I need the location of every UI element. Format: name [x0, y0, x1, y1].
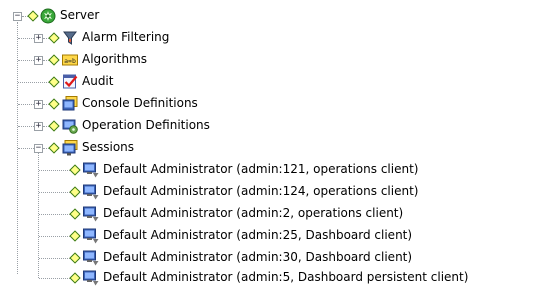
collapse-toggle[interactable]: −	[13, 12, 22, 21]
expand-toggle[interactable]: +	[34, 100, 43, 109]
tree-connector	[18, 104, 34, 105]
tree-node-algorithms[interactable]: + a=b Algorithms	[0, 49, 554, 71]
tree-connector	[18, 82, 49, 83]
session-item[interactable]: Default Administrator (admin:2, operatio…	[0, 203, 554, 225]
session-item[interactable]: Default Administrator (admin:30, Dashboa…	[0, 247, 554, 269]
session-label: Default Administrator (admin:124, operat…	[103, 184, 419, 198]
session-label: Default Administrator (admin:121, operat…	[103, 162, 419, 176]
session-item[interactable]: Default Administrator (admin:5, Dashboar…	[0, 267, 554, 289]
status-diamond-icon	[69, 272, 81, 284]
tree-node-operation-definitions[interactable]: + Operation Definitions	[0, 115, 554, 137]
status-diamond-icon	[48, 142, 60, 154]
tree-connector	[39, 170, 70, 171]
tree-node-label: Console Definitions	[82, 96, 198, 110]
session-item[interactable]: Default Administrator (admin:25, Dashboa…	[0, 225, 554, 247]
tree-node-label: Audit	[82, 74, 114, 88]
tree-connector	[39, 278, 70, 279]
tree-node-label: Algorithms	[82, 52, 148, 66]
tree-node-label: Server	[60, 8, 100, 22]
tree-node-server[interactable]: − Server	[0, 5, 554, 27]
tree-node-sessions[interactable]: − Sessions	[0, 137, 554, 159]
algorithm-icon: a=b	[62, 54, 78, 66]
status-diamond-icon	[48, 120, 60, 132]
tree-node-label: Sessions	[82, 140, 135, 154]
tree-node-audit[interactable]: Audit	[0, 71, 554, 93]
status-diamond-icon	[27, 10, 39, 22]
tree-connector	[39, 236, 70, 237]
status-diamond-icon	[69, 186, 81, 198]
tree-connector	[18, 60, 34, 61]
session-computer-icon	[83, 270, 99, 286]
audit-checklist-icon	[63, 74, 78, 89]
tree-connector	[18, 38, 34, 39]
tree-connector	[39, 214, 70, 215]
server-gear-icon	[40, 8, 56, 24]
status-diamond-icon	[69, 252, 81, 264]
session-label: Default Administrator (admin:30, Dashboa…	[103, 250, 413, 264]
collapse-toggle[interactable]: −	[34, 144, 43, 153]
expand-toggle[interactable]: +	[34, 34, 43, 43]
tree-connector	[39, 192, 70, 193]
status-diamond-icon	[48, 54, 60, 66]
expand-toggle[interactable]: +	[34, 56, 43, 65]
session-label: Default Administrator (admin:2, operatio…	[103, 206, 404, 220]
status-diamond-icon	[69, 164, 81, 176]
tree-connector	[18, 126, 34, 127]
status-diamond-icon	[48, 32, 60, 44]
session-computer-icon	[83, 206, 99, 222]
session-computer-icon	[83, 250, 99, 266]
status-diamond-icon	[69, 230, 81, 242]
tree-connector	[18, 148, 34, 149]
console-icon	[62, 96, 78, 111]
status-diamond-icon	[69, 208, 81, 220]
session-computer-icon	[83, 228, 99, 244]
session-computer-icon	[83, 184, 99, 200]
expand-toggle[interactable]: +	[34, 122, 43, 131]
status-diamond-icon	[48, 76, 60, 88]
tree-node-label: Operation Definitions	[82, 118, 210, 132]
tree-node-console-definitions[interactable]: + Console Definitions	[0, 93, 554, 115]
session-item[interactable]: Default Administrator (admin:124, operat…	[0, 181, 554, 203]
session-item[interactable]: Default Administrator (admin:121, operat…	[0, 159, 554, 181]
session-label: Default Administrator (admin:25, Dashboa…	[103, 228, 413, 242]
tree-connector	[39, 258, 70, 259]
operation-icon	[62, 119, 78, 134]
tree-node-label: Alarm Filtering	[82, 30, 170, 44]
filter-icon	[63, 31, 77, 45]
status-diamond-icon	[48, 98, 60, 110]
svg-text:a=b: a=b	[64, 57, 76, 65]
session-computer-icon	[83, 162, 99, 178]
tree-view: − Server + Alarm Filtering + a=b Algorit…	[0, 0, 554, 291]
tree-node-alarm-filtering[interactable]: + Alarm Filtering	[0, 27, 554, 49]
session-label: Default Administrator (admin:5, Dashboar…	[103, 270, 469, 284]
sessions-icon	[62, 140, 78, 156]
